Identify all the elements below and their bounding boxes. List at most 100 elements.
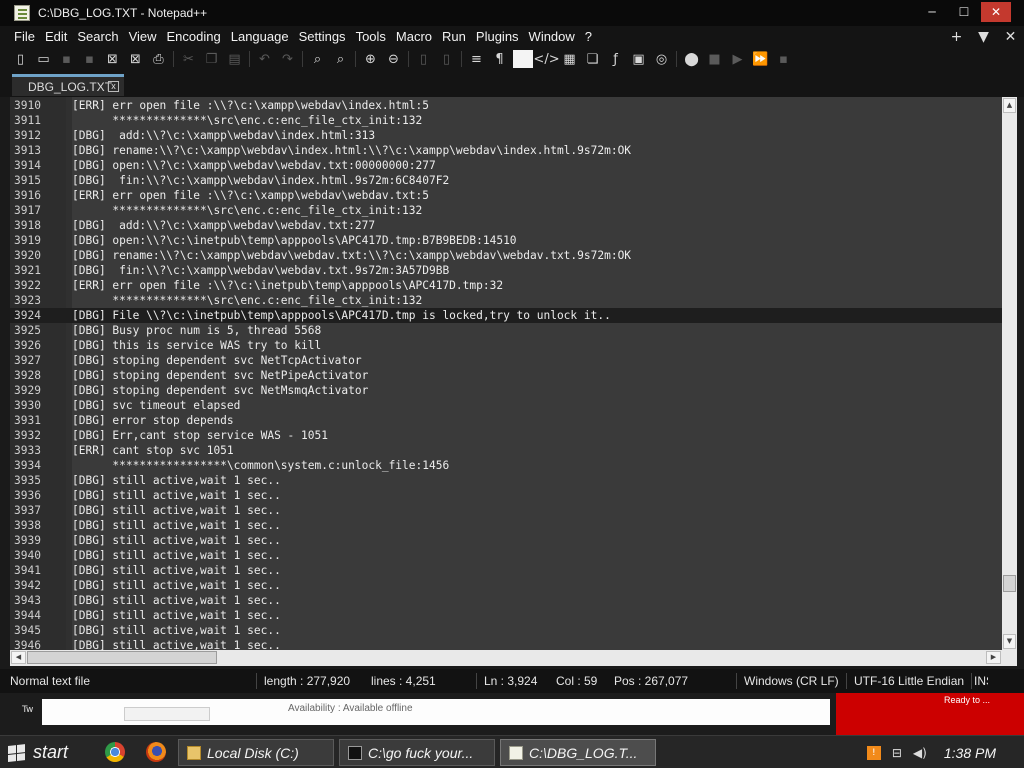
stop-macro-icon[interactable]: ■ [703,49,726,69]
cut-icon[interactable]: ✂ [177,49,200,69]
editor-line[interactable]: 3936 [DBG] still active,wait 1 sec.. [10,488,1002,503]
print-icon[interactable]: ⎙ [147,49,170,69]
editor-line[interactable]: 3925 [DBG] Busy proc num is 5, thread 556… [10,323,1002,338]
undo-icon[interactable]: ↶ [253,49,276,69]
copy-icon[interactable]: ❐ [200,49,223,69]
editor-line[interactable]: 3924 [DBG] File \\?\c:\inetpub\temp\apppo… [10,308,1002,323]
scroll-up-icon[interactable]: ▲ [1003,98,1016,113]
update-icon[interactable]: ! [866,745,881,760]
editor-line[interactable]: 3935 [DBG] still active,wait 1 sec.. [10,473,1002,488]
menu-plugins[interactable]: Plugins [471,29,524,44]
editor-line[interactable]: 3916 [ERR] err open file :\\?\c:\xampp\we… [10,188,1002,203]
editor-line[interactable]: 3919 [DBG] open:\\?\c:\inetpub\temp\apppo… [10,233,1002,248]
editor-line[interactable]: 3929 [DBG] stoping dependent svc NetMsmqA… [10,383,1002,398]
status-encoding[interactable]: UTF-16 Little Endian [854,669,970,693]
editor-line[interactable]: 3922 [ERR] err open file :\\?\c:\inetpub\… [10,278,1002,293]
save-icon[interactable]: ▪ [55,49,78,69]
close-document-icon[interactable]: ✕ [997,29,1024,45]
menu-encoding[interactable]: Encoding [162,29,226,44]
editor-line[interactable]: 3937 [DBG] still active,wait 1 sec.. [10,503,1002,518]
record-macro-icon[interactable]: ⬤ [680,49,703,69]
save-macro-icon[interactable]: ▪ [772,49,795,69]
editor-line[interactable]: 3914 [DBG] open:\\?\c:\xampp\webdav\webda… [10,158,1002,173]
menu-window[interactable]: Window [524,29,580,44]
editor-line[interactable]: 3920 [DBG] rename:\\?\c:\xampp\webdav\web… [10,248,1002,263]
show-all-chars-icon[interactable]: ¶ [488,49,511,69]
notepad-app-icon[interactable] [14,5,30,21]
chrome-icon[interactable] [105,742,125,762]
editor-line[interactable]: 3943 [DBG] still active,wait 1 sec.. [10,593,1002,608]
editor-line[interactable]: 3945 [DBG] still active,wait 1 sec.. [10,623,1002,638]
menu-run[interactable]: Run [437,29,471,44]
taskbar-item-notepad[interactable]: C:\DBG_LOG.T... [500,739,656,766]
zoom-out-icon[interactable]: ⊖ [382,49,405,69]
editor-line[interactable]: 3944 [DBG] still active,wait 1 sec.. [10,608,1002,623]
replace-icon[interactable]: ⌕ [329,49,352,69]
menu-tools[interactable]: Tools [351,29,391,44]
markup-icon[interactable]: </> [533,49,559,69]
menu-help[interactable]: ? [580,29,597,44]
menu-edit[interactable]: Edit [40,29,72,44]
editor-line[interactable]: 3933 [ERR] cant stop svc 1051 [10,443,1002,458]
paste-icon[interactable]: ▤ [223,49,246,69]
clock[interactable]: 1:38 PM [944,745,996,761]
editor-line[interactable]: 3918 [DBG] add:\\?\c:\xampp\webdav\webdav… [10,218,1002,233]
word-wrap-icon[interactable]: ≡ [465,49,488,69]
menu-language[interactable]: Language [226,29,294,44]
menu-macro[interactable]: Macro [391,29,437,44]
tab-list-icon[interactable]: ▼ [970,29,997,45]
scroll-left-icon[interactable]: ◀ [11,651,26,664]
start-button[interactable]: start [0,736,92,768]
menu-file[interactable]: File [9,29,40,44]
sync-horizontal-icon[interactable]: ▯ [435,49,458,69]
editor-line[interactable]: 3940 [DBG] still active,wait 1 sec.. [10,548,1002,563]
function-list-icon[interactable]: ƒ [604,49,627,69]
close-file-icon[interactable]: ⊠ [101,49,124,69]
maximize-button[interactable]: ☐ [949,2,979,22]
vertical-scroll-thumb[interactable] [1003,575,1016,592]
editor-line[interactable]: 3912 [DBG] add:\\?\c:\xampp\webdav\index.… [10,128,1002,143]
editor-line[interactable]: 3939 [DBG] still active,wait 1 sec.. [10,533,1002,548]
redo-icon[interactable]: ↷ [276,49,299,69]
editor-line[interactable]: 3928 [DBG] stoping dependent svc NetPipeA… [10,368,1002,383]
editor-line[interactable]: 3934 *****************\common\system.c:u… [10,458,1002,473]
status-insert-mode[interactable]: INS [974,669,988,693]
text-editor[interactable]: 3910 [ERR] err open file :\\?\c:\xampp\we… [10,97,1002,650]
volume-icon[interactable]: ◀) [913,746,927,760]
editor-line[interactable]: 3931 [DBG] error stop depends [10,413,1002,428]
taskbar-item-local-disk[interactable]: Local Disk (C:) [178,739,334,766]
zoom-in-icon[interactable]: ⊕ [359,49,382,69]
editor-line[interactable]: 3946 [DBG] still active,wait 1 sec.. [10,638,1002,650]
document-list-icon[interactable]: ❏ [581,49,604,69]
map-icon[interactable]: ▦ [558,49,581,69]
editor-line[interactable]: 3921 [DBG] fin:\\?\c:\xampp\webdav\webdav… [10,263,1002,278]
monitor-icon[interactable]: ▣ [627,49,650,69]
new-file-icon[interactable]: ▯ [9,49,32,69]
editor-line[interactable]: 3911 **************\src\enc.c:enc_file_c… [10,113,1002,128]
taskbar-item-cmd[interactable]: C:\go fuck your... [339,739,495,766]
editor-line[interactable]: 3917 **************\src\enc.c:enc_file_c… [10,203,1002,218]
scroll-right-icon[interactable]: ▶ [986,651,1001,664]
editor-line[interactable]: 3932 [DBG] Err,cant stop service WAS - 10… [10,428,1002,443]
minimize-button[interactable]: ─ [917,2,947,22]
scroll-down-icon[interactable]: ▼ [1003,634,1016,649]
menu-view[interactable]: View [124,29,162,44]
editor-line[interactable]: 3913 [DBG] rename:\\?\c:\xampp\webdav\ind… [10,143,1002,158]
folder-workspace-icon[interactable]: ◎ [650,49,673,69]
close-button[interactable]: ✕ [981,2,1011,22]
menu-search[interactable]: Search [72,29,123,44]
indent-guide-icon[interactable] [513,50,533,68]
open-file-icon[interactable]: ▭ [32,49,55,69]
horizontal-scroll-thumb[interactable] [27,651,217,664]
menu-settings[interactable]: Settings [294,29,351,44]
sync-vertical-icon[interactable]: ▯ [412,49,435,69]
play-macro-icon[interactable]: ▶ [726,49,749,69]
editor-line[interactable]: 3938 [DBG] still active,wait 1 sec.. [10,518,1002,533]
firefox-icon[interactable] [146,742,166,762]
editor-line[interactable]: 3941 [DBG] still active,wait 1 sec.. [10,563,1002,578]
status-eol[interactable]: Windows (CR LF) [744,669,846,693]
editor-line[interactable]: 3926 [DBG] this is service WAS try to kil… [10,338,1002,353]
tab-close-icon[interactable]: x [108,81,119,92]
editor-line[interactable]: 3930 [DBG] svc timeout elapsed [10,398,1002,413]
new-tab-icon[interactable]: + [943,29,970,45]
